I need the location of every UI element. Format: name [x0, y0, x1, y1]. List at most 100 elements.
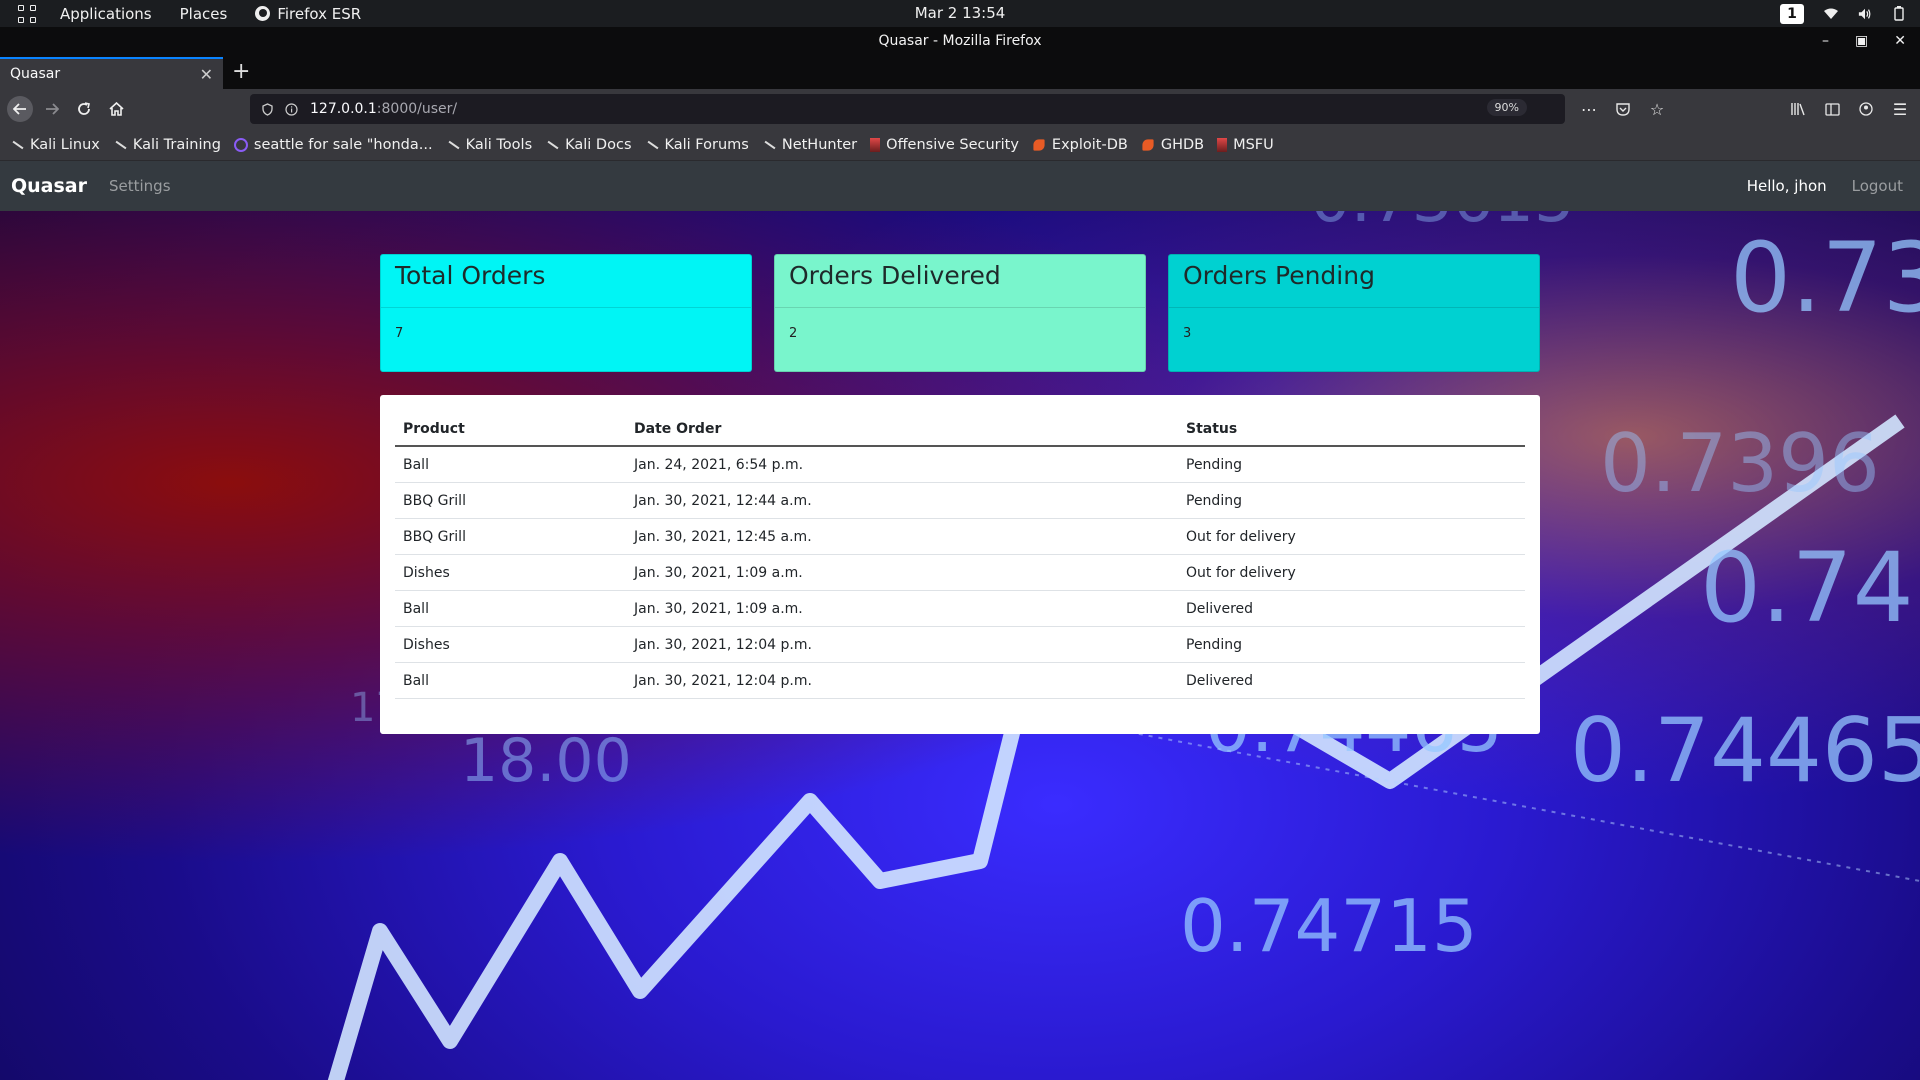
- cell-date: Jan. 30, 2021, 12:04 p.m.: [626, 662, 1178, 699]
- app-grid-icon[interactable]: [18, 4, 38, 24]
- bookmark-offensive-security[interactable]: Offensive Security: [870, 137, 1019, 153]
- background-number: 0.74: [1700, 532, 1914, 644]
- library-icon[interactable]: [1790, 101, 1806, 117]
- cell-product: Dishes: [395, 554, 626, 591]
- volume-icon[interactable]: [1858, 7, 1872, 21]
- url-text[interactable]: 127.0.0.1:8000/user/: [310, 101, 457, 117]
- cell-product: Ball: [395, 446, 626, 483]
- bookmark-kali-docs[interactable]: Kali Docs: [545, 137, 631, 153]
- url-host: 127.0.0.1: [310, 101, 377, 117]
- zoom-level-button[interactable]: 90%: [1486, 99, 1527, 116]
- toolbar-right: ☰: [1790, 89, 1908, 129]
- stat-card-orders-pending: Orders Pending 3: [1168, 254, 1540, 372]
- reload-icon[interactable]: [71, 96, 97, 122]
- bookmark-kali-tools[interactable]: Kali Tools: [446, 137, 533, 153]
- tracking-shield-icon[interactable]: [260, 102, 274, 116]
- orders-table: Product Date Order Status Ball Jan. 24, 2…: [395, 410, 1525, 699]
- bookmark-seattle-for-sale[interactable]: seattle for sale "honda...: [233, 136, 433, 153]
- pocket-icon[interactable]: [1615, 101, 1631, 117]
- tab-strip: Quasar ✕ +: [0, 55, 1920, 89]
- new-tab-icon[interactable]: +: [232, 59, 250, 84]
- table-row: Ball Jan. 24, 2021, 6:54 p.m. Pending: [395, 446, 1525, 483]
- table-row: Ball Jan. 30, 2021, 1:09 a.m. Delivered: [395, 590, 1525, 627]
- offsec-icon: [870, 137, 881, 152]
- cell-status: Delivered: [1178, 662, 1525, 699]
- card-title: Orders Pending: [1169, 255, 1539, 308]
- background-number: 0.7396: [1600, 417, 1880, 510]
- battery-icon[interactable]: [1892, 6, 1906, 21]
- bookmark-label: Kali Docs: [565, 136, 632, 153]
- column-header-status: Status: [1178, 410, 1525, 447]
- craigslist-peace-icon: [233, 137, 248, 152]
- applications-menu[interactable]: Applications: [60, 0, 152, 27]
- close-window-icon[interactable]: ✕: [1894, 27, 1906, 55]
- firefox-taskbar-item[interactable]: Firefox ESR: [255, 0, 361, 27]
- bookmark-kali-linux[interactable]: Kali Linux: [10, 137, 100, 153]
- stat-card-total-orders: Total Orders 7: [380, 254, 752, 372]
- kali-dragon-icon: [645, 138, 659, 152]
- hamburger-menu-icon[interactable]: ☰: [1892, 100, 1908, 119]
- bookmark-exploit-db[interactable]: Exploit-DB: [1032, 137, 1128, 153]
- site-info-icon[interactable]: [284, 102, 298, 116]
- maximize-icon[interactable]: ▣: [1855, 27, 1868, 55]
- minimize-icon[interactable]: –: [1822, 27, 1829, 55]
- kali-dragon-icon: [762, 138, 776, 152]
- url-bar[interactable]: 127.0.0.1:8000/user/ 90%: [250, 94, 1565, 124]
- forward-icon[interactable]: [39, 96, 65, 122]
- workspace-indicator[interactable]: 1: [1780, 3, 1804, 24]
- bookmark-label: Offensive Security: [886, 136, 1019, 153]
- tab-close-icon[interactable]: ✕: [200, 65, 213, 84]
- home-icon[interactable]: [103, 96, 129, 122]
- bookmark-star-icon[interactable]: ☆: [1649, 100, 1665, 119]
- table-header-row: Product Date Order Status: [395, 410, 1525, 447]
- column-header-product: Product: [395, 410, 626, 447]
- places-menu[interactable]: Places: [180, 0, 228, 27]
- exploitdb-icon: [1142, 138, 1154, 151]
- table-row: Ball Jan. 30, 2021, 12:04 p.m. Delivered: [395, 662, 1525, 699]
- stats-cards: Total Orders 7 Orders Delivered 2 Orders…: [380, 254, 1540, 372]
- cell-status: Delivered: [1178, 590, 1525, 627]
- cell-date: Jan. 30, 2021, 12:04 p.m.: [626, 626, 1178, 663]
- bookmark-ghdb[interactable]: GHDB: [1141, 137, 1204, 153]
- back-icon[interactable]: [7, 96, 33, 122]
- kali-dragon-icon: [10, 138, 24, 152]
- bookmark-label: Kali Forums: [664, 136, 749, 153]
- offsec-icon: [1217, 137, 1228, 152]
- page-actions-icon[interactable]: ⋯: [1581, 100, 1597, 119]
- logout-link[interactable]: Logout: [1852, 177, 1903, 195]
- background-number: 0.73: [1730, 222, 1920, 334]
- cell-product: BBQ Grill: [395, 482, 626, 519]
- bookmark-msfu[interactable]: MSFU: [1217, 137, 1274, 153]
- kali-dragon-icon: [446, 138, 460, 152]
- settings-link[interactable]: Settings: [109, 177, 171, 195]
- stat-card-orders-delivered: Orders Delivered 2: [774, 254, 1146, 372]
- bookmark-kali-training[interactable]: Kali Training: [113, 137, 221, 153]
- bookmarks-toolbar: Kali Linux Kali Training seattle for sal…: [0, 129, 1920, 161]
- site-brand[interactable]: Quasar: [11, 175, 87, 197]
- cell-date: Jan. 30, 2021, 1:09 a.m.: [626, 554, 1178, 591]
- page-viewport: 0.74465 0.74465 0.74715 0.74 0.73 18.00 …: [0, 161, 1920, 1080]
- bookmark-label: seattle for sale "honda...: [253, 136, 433, 153]
- card-value: 2: [789, 326, 798, 341]
- wifi-icon[interactable]: [1824, 7, 1838, 21]
- cell-status: Pending: [1178, 482, 1525, 519]
- column-header-date-order: Date Order: [626, 410, 1178, 447]
- bookmark-nethunter[interactable]: NetHunter: [762, 137, 857, 153]
- orders-table-card: Product Date Order Status Ball Jan. 24, 2…: [380, 395, 1540, 734]
- cell-product: BBQ Grill: [395, 518, 626, 555]
- tab-quasar[interactable]: Quasar ✕: [0, 57, 223, 89]
- window-title: Quasar - Mozilla Firefox: [878, 33, 1042, 49]
- cell-date: Jan. 30, 2021, 12:44 a.m.: [626, 482, 1178, 519]
- bookmark-label: Kali Linux: [30, 136, 100, 153]
- cell-date: Jan. 30, 2021, 1:09 a.m.: [626, 590, 1178, 627]
- user-greeting: Hello, jhon: [1746, 177, 1827, 195]
- bookmark-kali-forums[interactable]: Kali Forums: [645, 137, 749, 153]
- account-icon[interactable]: [1858, 101, 1874, 117]
- background-number: 18.00: [460, 726, 632, 796]
- system-top-panel: Applications Places Firefox ESR Mar 2 13…: [0, 0, 1920, 27]
- tab-title: Quasar: [10, 66, 61, 82]
- sidebar-icon[interactable]: [1824, 101, 1840, 117]
- table-row: Dishes Jan. 30, 2021, 12:04 p.m. Pending: [395, 626, 1525, 663]
- kali-dragon-icon: [545, 138, 559, 152]
- cell-status: Out for delivery: [1178, 554, 1525, 591]
